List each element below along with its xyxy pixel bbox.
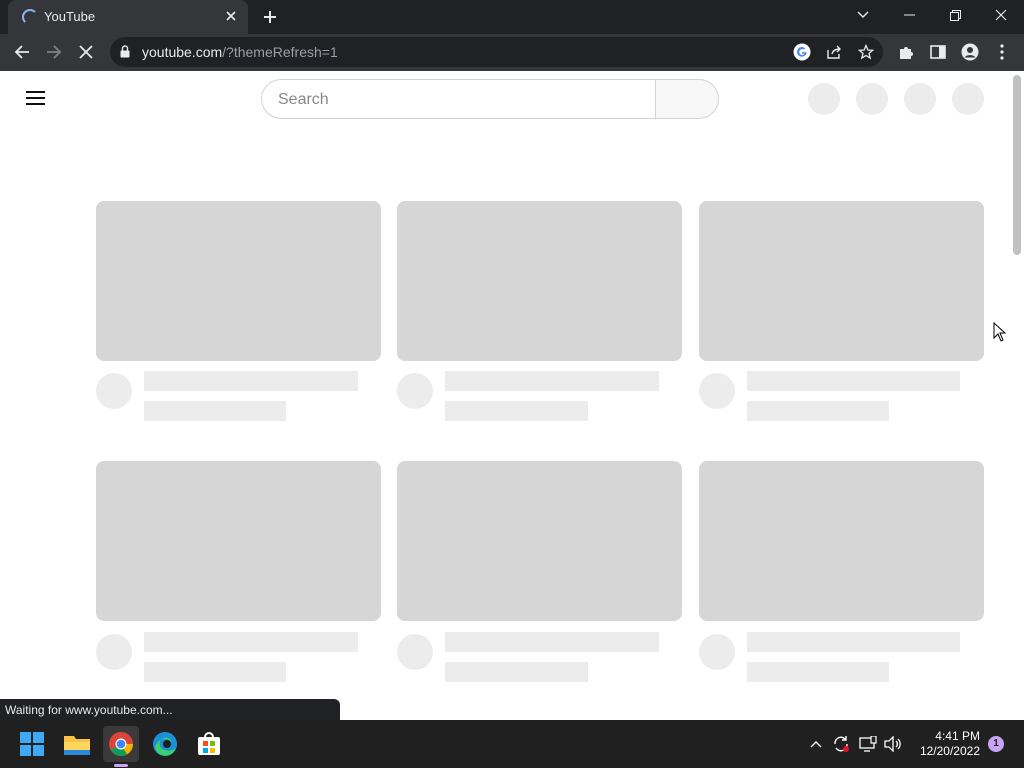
search-button[interactable]	[655, 79, 719, 119]
header-icon-placeholder	[808, 83, 840, 115]
title-placeholder	[144, 371, 358, 391]
store-icon	[198, 732, 220, 755]
tab-strip: YouTube	[0, 0, 1024, 34]
video-thumbnail-placeholder	[397, 201, 682, 361]
plus-icon	[264, 11, 276, 23]
taskbar-clock[interactable]: 4:41 PM 12/20/2022	[910, 729, 980, 759]
minimize-icon	[903, 14, 915, 16]
meta-placeholder	[144, 401, 286, 421]
share-icon[interactable]	[824, 42, 844, 62]
close-icon	[79, 45, 93, 59]
lock-icon[interactable]	[120, 45, 130, 63]
restore-icon	[949, 9, 961, 21]
channel-avatar-placeholder	[397, 634, 433, 670]
search-input[interactable]	[278, 89, 638, 111]
title-placeholder	[445, 371, 659, 391]
channel-avatar-placeholder	[96, 373, 132, 409]
title-placeholder	[445, 632, 659, 652]
profile-button[interactable]	[956, 38, 984, 66]
header-icon-placeholder	[904, 83, 936, 115]
person-icon	[961, 43, 979, 61]
windows-taskbar: 4:41 PM 12/20/2022 1	[0, 720, 1024, 768]
chrome-icon	[109, 732, 133, 757]
volume-icon[interactable]	[883, 734, 903, 754]
chevron-up-icon[interactable]	[806, 734, 826, 754]
arrow-left-icon	[14, 45, 29, 59]
file-explorer-button[interactable]	[59, 726, 95, 762]
channel-avatar-placeholder	[699, 634, 735, 670]
extensions-button[interactable]	[892, 38, 920, 66]
browser-toolbar: youtube.com/?themeRefresh=1	[0, 34, 1024, 71]
puzzle-icon	[900, 47, 913, 59]
hamburger-icon[interactable]	[26, 90, 46, 106]
search-box[interactable]	[261, 79, 656, 119]
mouse-cursor-icon	[993, 322, 1006, 342]
tab-youtube[interactable]: YouTube	[8, 0, 248, 34]
video-thumbnail-placeholder	[96, 461, 381, 621]
title-placeholder	[144, 632, 358, 652]
video-thumbnail-placeholder	[699, 201, 984, 361]
video-thumbnail-placeholder	[699, 461, 984, 621]
back-button[interactable]	[8, 38, 36, 66]
restore-button[interactable]	[932, 0, 978, 30]
start-button[interactable]	[14, 726, 50, 762]
clock-time: 4:41 PM	[935, 729, 980, 743]
meta-placeholder	[144, 662, 286, 682]
edge-button[interactable]	[147, 726, 183, 762]
chevron-down-icon	[857, 11, 869, 18]
scrollbar-thumb[interactable]	[1013, 75, 1021, 255]
arrow-right-icon	[47, 45, 62, 59]
status-bubble: Waiting for www.youtube.com...	[0, 699, 340, 720]
forward-button[interactable]	[40, 38, 68, 66]
meta-placeholder	[747, 401, 889, 421]
header-icon-placeholder	[856, 83, 888, 115]
google-icon[interactable]	[792, 42, 812, 62]
clock-date: 12/20/2022	[919, 744, 980, 758]
store-button[interactable]	[191, 726, 227, 762]
tab-title: YouTube	[44, 9, 96, 24]
video-thumbnail-placeholder	[96, 201, 381, 361]
new-tab-button[interactable]	[258, 6, 282, 28]
stop-loading-button[interactable]	[72, 38, 100, 66]
active-app-indicator	[114, 764, 128, 767]
meta-placeholder	[445, 401, 588, 421]
edge-icon	[153, 732, 177, 756]
meta-placeholder	[445, 662, 588, 682]
minimize-button[interactable]	[886, 0, 932, 30]
side-panel-icon	[930, 45, 946, 59]
meta-placeholder	[747, 662, 889, 682]
title-placeholder	[747, 371, 960, 391]
address-bar[interactable]: youtube.com/?themeRefresh=1	[110, 37, 883, 67]
chrome-taskbar-button[interactable]	[103, 726, 139, 767]
notification-badge[interactable]: 1	[988, 736, 1004, 752]
channel-avatar-placeholder	[699, 373, 735, 409]
channel-avatar-placeholder	[96, 634, 132, 670]
video-thumbnail-placeholder	[397, 461, 682, 621]
close-icon[interactable]	[222, 8, 240, 26]
loading-spinner-icon	[22, 9, 38, 25]
side-panel-button[interactable]	[924, 38, 952, 66]
header-icon-placeholder	[952, 83, 984, 115]
start-icon	[20, 732, 44, 756]
page-scrollbar[interactable]	[1010, 71, 1024, 720]
url-text: youtube.com/?themeRefresh=1	[142, 44, 338, 60]
title-placeholder	[747, 632, 960, 652]
chrome-menu-button[interactable]	[988, 38, 1016, 66]
youtube-page	[0, 71, 1010, 720]
channel-avatar-placeholder	[397, 373, 433, 409]
tab-search-button[interactable]	[840, 0, 886, 30]
network-icon[interactable]	[858, 734, 878, 754]
sync-icon[interactable]	[831, 734, 851, 754]
more-vert-icon	[1000, 44, 1004, 60]
close-window-button[interactable]	[978, 0, 1024, 30]
file-explorer-icon	[64, 736, 90, 755]
close-icon	[995, 9, 1007, 21]
star-icon[interactable]	[856, 42, 876, 62]
